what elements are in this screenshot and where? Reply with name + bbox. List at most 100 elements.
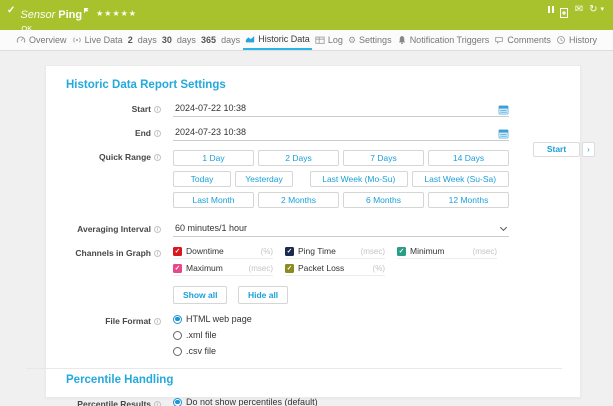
- sensor-type-label: Sensor: [20, 9, 55, 21]
- info-icon[interactable]: i: [154, 250, 161, 257]
- gauge-icon: [16, 35, 26, 45]
- calendar-icon[interactable]: [498, 102, 509, 120]
- file-format-row: File Formati HTML web page .xml file .cs…: [66, 314, 560, 362]
- start-label: Start: [132, 104, 151, 114]
- hide-all-button[interactable]: Hide all: [238, 286, 288, 304]
- quick-range-12-months-button[interactable]: 12 Months: [428, 192, 509, 208]
- end-date-input[interactable]: 2024-07-23 10:38: [173, 126, 509, 141]
- checkbox-checked-icon[interactable]: [173, 264, 182, 273]
- info-icon[interactable]: i: [154, 226, 161, 233]
- start-button-arrow[interactable]: ›: [582, 142, 595, 157]
- averaging-interval-select[interactable]: 60 minutes/1 hour: [173, 222, 509, 237]
- envelope-icon[interactable]: ✉: [575, 5, 583, 15]
- radio-icon[interactable]: [173, 331, 182, 340]
- info-icon[interactable]: i: [154, 130, 161, 137]
- channel-packet-loss: Packet Loss (%): [285, 263, 385, 276]
- section-title-report-settings: Historic Data Report Settings: [66, 79, 560, 91]
- sensor-status-header: ✓ SensorPing★★★★★ OK ✉ ↻ ▾: [0, 0, 613, 30]
- info-icon[interactable]: i: [154, 106, 161, 113]
- tab-comments[interactable]: Comments: [492, 30, 553, 50]
- checkbox-checked-icon[interactable]: [285, 264, 294, 273]
- quick-range-row: Quick Rangei 1 Day 2 Days 7 Days 14 Days…: [66, 150, 560, 213]
- info-icon[interactable]: i: [154, 154, 161, 161]
- quick-range-1-day-button[interactable]: 1 Day: [173, 150, 254, 166]
- bell-icon: [397, 35, 407, 45]
- priority-stars[interactable]: ★★★★★: [96, 9, 137, 18]
- averaging-interval-row: Averaging Intervali 60 minutes/1 hour: [66, 222, 560, 237]
- quick-range-last-week-su-sa-button[interactable]: Last Week (Su-Sa): [412, 171, 510, 187]
- tab-365-days[interactable]: 365days: [199, 30, 242, 50]
- tab-30-days[interactable]: 30days: [160, 30, 198, 50]
- quick-range-label: Quick Range: [99, 152, 151, 162]
- checkbox-checked-icon[interactable]: [397, 247, 406, 256]
- pause-icon[interactable]: [548, 6, 554, 13]
- checkbox-checked-icon[interactable]: [173, 247, 182, 256]
- end-row: Endi 2024-07-23 10:38: [66, 126, 560, 141]
- show-all-button[interactable]: Show all: [173, 286, 227, 304]
- tab-live-data[interactable]: Live Data: [70, 30, 125, 50]
- header-action-icons: ✉ ↻ ▾: [548, 0, 604, 30]
- clock-icon: [556, 35, 566, 45]
- file-format-option-xml[interactable]: .xml file: [173, 330, 509, 340]
- radio-icon[interactable]: [173, 347, 182, 356]
- channels-in-graph-row: Channels in Graphi Downtime (%) Ping Tim…: [66, 246, 560, 304]
- gear-icon: ⚙: [348, 35, 356, 46]
- sensor-name[interactable]: Ping: [58, 9, 82, 21]
- quick-range-last-week-mo-su-button[interactable]: Last Week (Mo-Su): [310, 171, 408, 187]
- quick-range-14-days-button[interactable]: 14 Days: [428, 150, 509, 166]
- file-format-label: File Format: [105, 316, 151, 326]
- channel-minimum: Minimum (msec): [397, 246, 497, 259]
- caret-down-icon[interactable]: ▾: [600, 5, 604, 15]
- end-label: End: [135, 128, 151, 138]
- prtg-sensor-page: ✓ SensorPing★★★★★ OK ✉ ↻ ▾ Overview Live…: [0, 0, 613, 406]
- channel-ping-time: Ping Time (msec): [285, 246, 385, 259]
- file-format-option-csv[interactable]: .csv file: [173, 346, 509, 356]
- quick-range-today-button[interactable]: Today: [173, 171, 231, 187]
- live-signal-icon: [72, 35, 82, 45]
- quick-range-yesterday-button[interactable]: Yesterday: [235, 171, 293, 187]
- tab-overview[interactable]: Overview: [14, 30, 69, 50]
- radio-selected-icon[interactable]: [173, 398, 182, 406]
- tab-settings[interactable]: ⚙ Settings: [346, 30, 394, 50]
- start-row: Starti 2024-07-22 10:38: [66, 102, 560, 117]
- flag-icon: [84, 4, 89, 16]
- channel-maximum: Maximum (msec): [173, 263, 273, 276]
- info-icon[interactable]: i: [154, 401, 161, 406]
- sensor-title-block: ✓ SensorPing★★★★★ OK: [7, 0, 137, 30]
- quick-range-2-months-button[interactable]: 2 Months: [258, 192, 339, 208]
- historic-data-settings-card: Historic Data Report Settings Starti 202…: [45, 65, 581, 398]
- section-divider: [26, 368, 562, 369]
- channels-in-graph-label: Channels in Graph: [75, 248, 151, 258]
- calendar-icon[interactable]: [498, 126, 509, 144]
- averaging-interval-label: Averaging Interval: [77, 224, 151, 234]
- info-icon[interactable]: i: [154, 318, 161, 325]
- tab-bar: Overview Live Data 2days 30days 365days …: [0, 30, 613, 51]
- start-date-input[interactable]: 2024-07-22 10:38: [173, 102, 509, 117]
- channel-downtime: Downtime (%): [173, 246, 273, 259]
- tab-historic-data[interactable]: Historic Data: [243, 30, 312, 50]
- start-button[interactable]: Start: [533, 142, 580, 157]
- area-chart-icon: [245, 34, 255, 44]
- section-title-percentile-handling: Percentile Handling: [66, 374, 560, 386]
- tab-history[interactable]: History: [554, 30, 599, 50]
- start-split-button: Start ›: [533, 142, 595, 157]
- tab-log[interactable]: Log: [313, 30, 345, 50]
- sensor-title: SensorPing ★★★★★: [20, 4, 137, 21]
- table-icon: [315, 35, 325, 45]
- checkbox-checked-icon[interactable]: [285, 247, 294, 256]
- percentile-option-do-not-show[interactable]: Do not show percentiles (default): [173, 397, 509, 406]
- refresh-icon[interactable]: ↻: [589, 5, 597, 15]
- document-plus-icon[interactable]: [560, 5, 569, 23]
- check-icon: ✓: [7, 5, 15, 30]
- quick-range-last-month-button[interactable]: Last Month: [173, 192, 254, 208]
- quick-range-7-days-button[interactable]: 7 Days: [343, 150, 424, 166]
- file-format-option-html[interactable]: HTML web page: [173, 314, 509, 324]
- tab-2-days[interactable]: 2days: [126, 30, 159, 50]
- tab-notification-triggers[interactable]: Notification Triggers: [395, 30, 492, 50]
- quick-range-6-months-button[interactable]: 6 Months: [343, 192, 424, 208]
- speech-bubble-icon: [494, 35, 504, 45]
- percentile-results-row: Percentile Resultsi Do not show percenti…: [66, 397, 560, 406]
- percentile-results-label: Percentile Results: [77, 399, 151, 406]
- quick-range-2-days-button[interactable]: 2 Days: [258, 150, 339, 166]
- radio-selected-icon[interactable]: [173, 315, 182, 324]
